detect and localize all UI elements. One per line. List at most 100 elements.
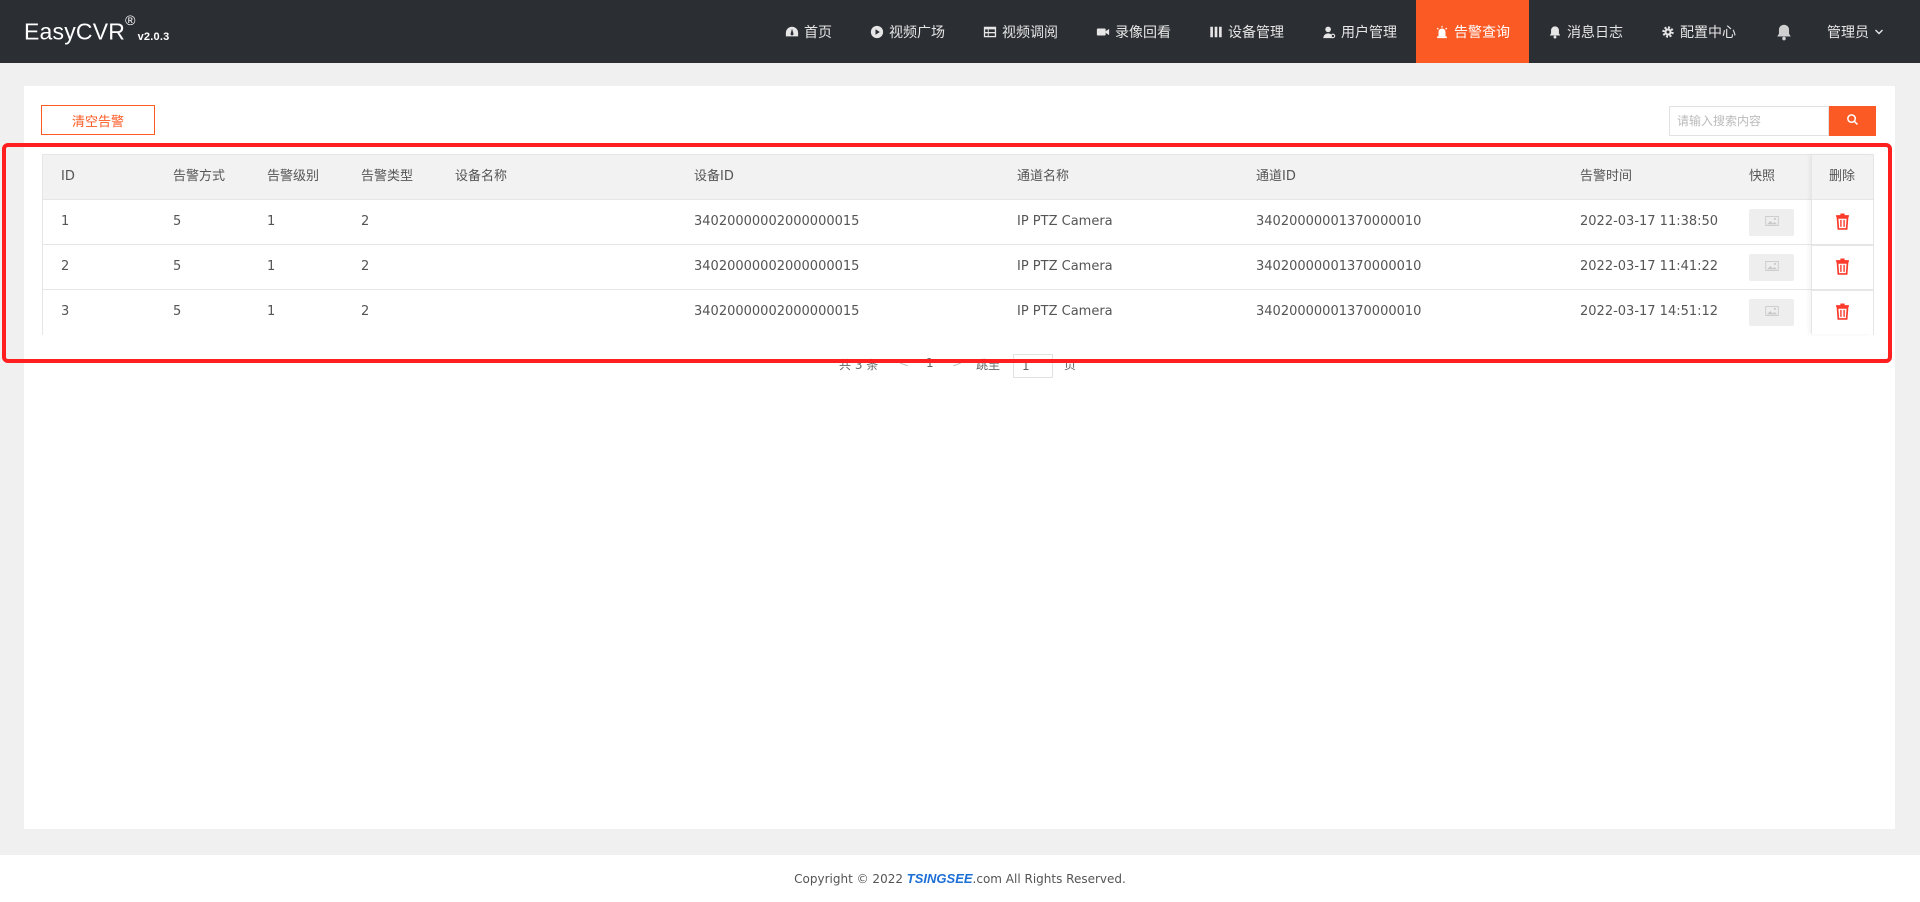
- snapshot-thumbnail[interactable]: [1749, 254, 1794, 281]
- notification-bell-icon: [1775, 23, 1793, 41]
- cell-device-id: 34020000002000000015: [694, 214, 860, 229]
- trash-icon: [1835, 213, 1850, 234]
- image-placeholder-icon: [1764, 305, 1779, 320]
- app-version: v2.0.3: [137, 30, 170, 43]
- gear-icon: [1661, 25, 1675, 39]
- user-menu-label: 管理员: [1827, 24, 1869, 41]
- cell-device-id: 34020000002000000015: [694, 304, 860, 319]
- cell-channel-id: 34020000001370000010: [1256, 214, 1422, 229]
- nav-label-message-log: 消息日志: [1567, 24, 1623, 41]
- table-row[interactable]: 2 5 1 2 34020000002000000015 IP PTZ Came…: [43, 245, 1873, 290]
- main-nav: 首页 视频广场 视频调阅 录像回看 设备管理 用户管理 告警查询 消息日志 配置…: [766, 0, 1920, 63]
- table-row[interactable]: 3 5 1 2 34020000002000000015 IP PTZ Came…: [43, 290, 1873, 335]
- cell-channel-id: 34020000001370000010: [1256, 304, 1422, 319]
- chevron-down-icon: [1874, 27, 1884, 37]
- nav-label-config-center: 配置中心: [1680, 24, 1736, 41]
- nav-item-playback[interactable]: 录像回看: [1077, 0, 1190, 63]
- cell-id: 3: [61, 304, 70, 319]
- nav-item-message-log[interactable]: 消息日志: [1529, 0, 1642, 63]
- trash-icon: [1835, 258, 1850, 279]
- user-gear-icon: [1322, 25, 1336, 39]
- column-header-method[interactable]: 告警方式: [173, 155, 225, 199]
- footer: Copyright © 2022 TSINGSEE.com All Rights…: [0, 855, 1920, 902]
- dashboard-icon: [785, 25, 799, 39]
- nav-item-home[interactable]: 首页: [766, 0, 851, 63]
- column-header-level[interactable]: 告警级别: [267, 155, 319, 199]
- clear-alarms-button[interactable]: 清空告警: [41, 105, 155, 135]
- cell-type: 2: [361, 214, 370, 229]
- search-input[interactable]: [1669, 106, 1829, 136]
- top-navigation-bar: EasyCVR®v2.0.3 首页 视频广场 视频调阅 录像回看 设备管理 用户…: [0, 0, 1920, 63]
- search-icon: [1846, 113, 1859, 130]
- nav-item-user-management[interactable]: 用户管理: [1303, 0, 1416, 63]
- cell-level: 1: [267, 304, 276, 319]
- trash-icon: [1835, 303, 1850, 324]
- nav-label-alarm-query: 告警查询: [1454, 24, 1510, 41]
- cell-type: 2: [361, 304, 370, 319]
- cell-alarm-time: 2022-03-17 11:38:50: [1580, 214, 1719, 229]
- delete-button[interactable]: [1835, 303, 1851, 321]
- cell-channel-id: 34020000001370000010: [1256, 259, 1422, 274]
- cell-id: 2: [61, 259, 70, 274]
- table-row[interactable]: 1 5 1 2 34020000002000000015 IP PTZ Came…: [43, 200, 1873, 245]
- video-camera-icon: [1096, 25, 1110, 39]
- image-placeholder-icon: [1764, 260, 1779, 275]
- column-header-device-id[interactable]: 设备ID: [694, 155, 734, 199]
- search-button[interactable]: [1829, 106, 1876, 136]
- user-menu[interactable]: 管理员: [1813, 0, 1920, 63]
- table-header: ID 告警方式 告警级别 告警类型 设备名称 设备ID 通道名称 通道ID 告警…: [43, 155, 1873, 200]
- nav-label-user-management: 用户管理: [1341, 24, 1397, 41]
- pagination-page[interactable]: 1: [926, 356, 934, 378]
- cell-type: 2: [361, 259, 370, 274]
- pagination-jump-input[interactable]: 1: [1013, 354, 1053, 378]
- cell-method: 5: [173, 304, 182, 319]
- delete-button[interactable]: [1835, 213, 1851, 231]
- copyright-prefix: Copyright © 2022: [794, 872, 907, 886]
- pagination-prev[interactable]: <: [899, 356, 909, 378]
- alarm-table: ID 告警方式 告警级别 告警类型 设备名称 设备ID 通道名称 通道ID 告警…: [42, 154, 1874, 335]
- column-header-alarm-time[interactable]: 告警时间: [1580, 155, 1632, 199]
- column-header-device-name[interactable]: 设备名称: [455, 155, 507, 199]
- cell-id: 1: [61, 214, 70, 229]
- cell-method: 5: [173, 214, 182, 229]
- pagination-page-suffix: 页: [1064, 358, 1077, 372]
- cell-alarm-time: 2022-03-17 11:41:22: [1580, 259, 1719, 274]
- bell-icon: [1548, 25, 1562, 39]
- notifications-button[interactable]: [1755, 0, 1813, 63]
- snapshot-thumbnail[interactable]: [1749, 299, 1794, 326]
- app-logo[interactable]: EasyCVR®v2.0.3: [24, 12, 170, 46]
- cell-method: 5: [173, 259, 182, 274]
- cell-channel-name: IP PTZ Camera: [1017, 259, 1113, 274]
- image-placeholder-icon: [1764, 215, 1779, 230]
- nav-item-config-center[interactable]: 配置中心: [1642, 0, 1755, 63]
- copyright-suffix: .com All Rights Reserved.: [972, 872, 1126, 886]
- column-header-channel-id[interactable]: 通道ID: [1256, 155, 1296, 199]
- alarm-light-icon: [1435, 25, 1449, 39]
- delete-column: 删除: [1811, 155, 1873, 334]
- column-header-type[interactable]: 告警类型: [361, 155, 413, 199]
- nav-item-video-browse[interactable]: 视频调阅: [964, 0, 1077, 63]
- nav-item-device-management[interactable]: 设备管理: [1190, 0, 1303, 63]
- snapshot-thumbnail[interactable]: [1749, 209, 1794, 236]
- nav-label-device-management: 设备管理: [1228, 24, 1284, 41]
- nav-item-video-square[interactable]: 视频广场: [851, 0, 964, 63]
- cell-device-id: 34020000002000000015: [694, 259, 860, 274]
- nav-label-video-square: 视频广场: [889, 24, 945, 41]
- footer-brand-link[interactable]: TSINGSEE: [907, 871, 973, 886]
- column-header-delete: 删除: [1829, 169, 1856, 184]
- column-header-id[interactable]: ID: [61, 155, 75, 199]
- pagination-next[interactable]: >: [952, 356, 962, 378]
- table-icon: [983, 25, 997, 39]
- delete-button[interactable]: [1835, 258, 1851, 276]
- pagination-jump-label: 跳至: [976, 358, 1001, 372]
- app-name: EasyCVR: [24, 18, 126, 45]
- column-header-channel-name[interactable]: 通道名称: [1017, 155, 1069, 199]
- columns-icon: [1209, 25, 1223, 39]
- nav-item-alarm-query[interactable]: 告警查询: [1416, 0, 1529, 63]
- cell-alarm-time: 2022-03-17 14:51:12: [1580, 304, 1719, 319]
- cell-channel-name: IP PTZ Camera: [1017, 214, 1113, 229]
- cell-level: 1: [267, 259, 276, 274]
- play-circle-icon: [870, 25, 884, 39]
- registered-mark: ®: [125, 12, 136, 28]
- nav-label-video-browse: 视频调阅: [1002, 24, 1058, 41]
